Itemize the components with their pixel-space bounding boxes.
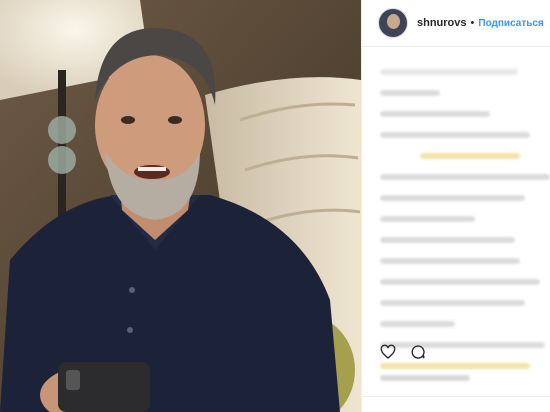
comments-list	[362, 47, 550, 369]
heart-icon[interactable]	[380, 344, 396, 360]
follow-button[interactable]: Подписаться	[478, 18, 543, 29]
comment-blurred	[380, 132, 530, 138]
comment-blurred	[380, 363, 530, 369]
comment-blurred	[380, 258, 520, 264]
post-actions	[380, 344, 426, 360]
comment-blurred	[380, 237, 515, 243]
man-selfie-image	[0, 0, 361, 412]
avatar[interactable]	[378, 8, 408, 38]
comment-blurred	[380, 300, 525, 306]
likes-count-blurred	[380, 375, 470, 381]
post-sidebar: shnurovs • Подписаться	[361, 0, 550, 412]
separator-dot: •	[470, 17, 475, 29]
divider	[362, 396, 550, 397]
comment-blurred	[420, 153, 520, 159]
comment-blurred	[380, 174, 550, 180]
comment-blurred	[380, 69, 518, 75]
comment-blurred	[380, 216, 475, 222]
post-photo[interactable]	[0, 0, 361, 412]
comment-blurred	[380, 90, 440, 96]
comment-blurred	[380, 111, 490, 117]
comment-blurred	[380, 195, 525, 201]
comment-blurred	[380, 279, 540, 285]
username-link[interactable]: shnurovs	[417, 17, 467, 29]
post-header: shnurovs • Подписаться	[362, 0, 550, 47]
comment-blurred	[380, 321, 455, 327]
comment-icon[interactable]	[410, 344, 426, 360]
